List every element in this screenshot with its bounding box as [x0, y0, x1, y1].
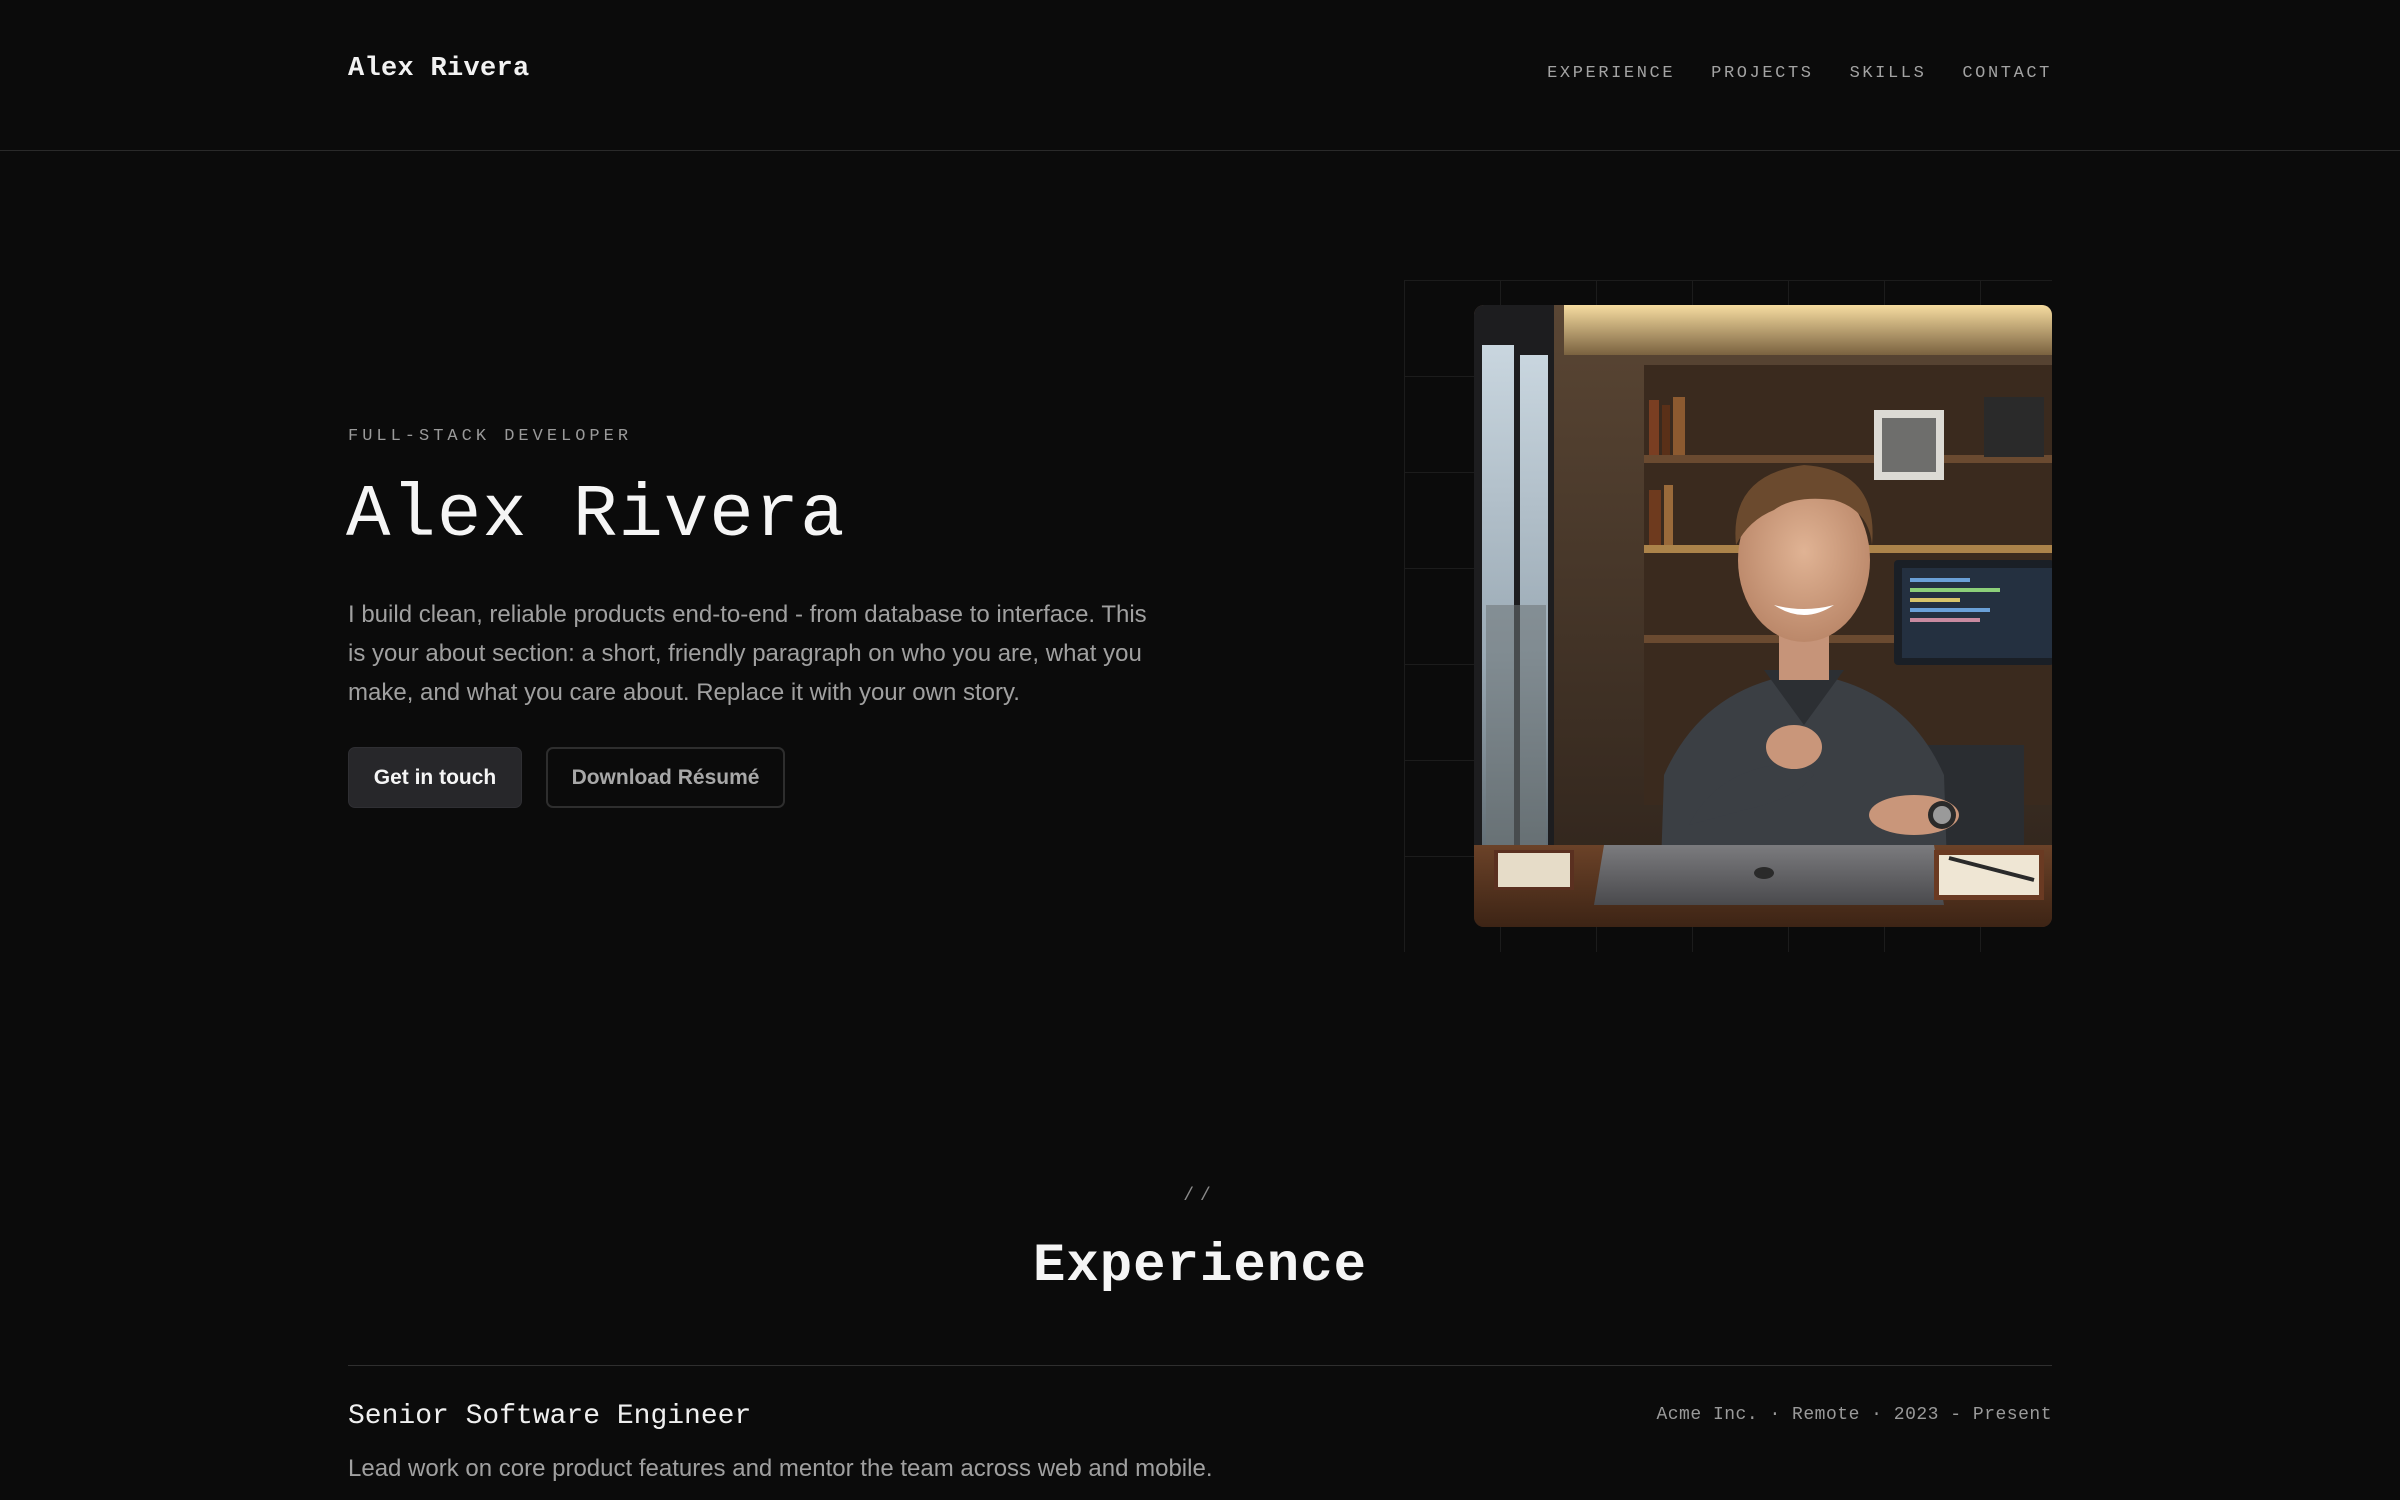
main-nav: EXPERIENCE PROJECTS SKILLS CONTACT [1547, 64, 2052, 83]
nav-projects[interactable]: PROJECTS [1711, 64, 1813, 83]
download-resume-button[interactable]: Download Résumé [546, 747, 785, 808]
nav-contact[interactable]: CONTACT [1962, 64, 2052, 83]
portrait-photo [1474, 305, 2052, 927]
nav-experience[interactable]: EXPERIENCE [1547, 64, 1675, 83]
hero-title: Alex Rivera [346, 474, 846, 558]
hero-description: I build clean, reliable products end-to-… [348, 601, 1147, 706]
portrait-illustration [1474, 305, 2052, 927]
nav-skills[interactable]: SKILLS [1850, 64, 1927, 83]
section-divider [348, 1365, 2052, 1366]
job-title: Senior Software Engineer [348, 1401, 752, 1432]
hero-eyebrow: FULL-STACK DEVELOPER [348, 427, 633, 446]
job-meta: Acme Inc. · Remote · 2023 - Present [1656, 1405, 2052, 1425]
get-in-touch-button[interactable]: Get in touch [348, 747, 522, 808]
section-marker: // [1183, 1186, 1217, 1206]
brand-logo[interactable]: Alex Rivera [348, 54, 530, 84]
site-header: Alex Rivera EXPERIENCE PROJECTS SKILLS C… [0, 0, 2400, 151]
section-title: Experience [1032, 1236, 1368, 1297]
job-description: Lead work on core product features and m… [348, 1455, 1213, 1482]
